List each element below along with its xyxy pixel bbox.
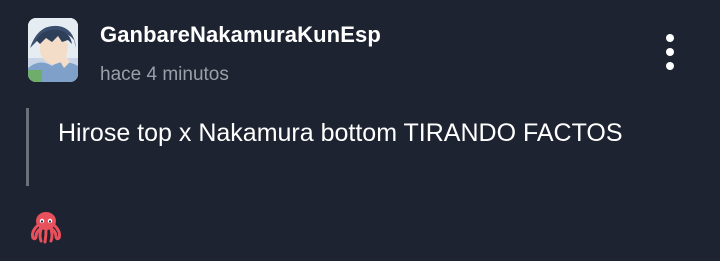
menu-dot (666, 62, 674, 70)
menu-dot (666, 34, 674, 42)
avatar-image (28, 18, 78, 82)
octopus-icon (31, 212, 61, 244)
comment-text: Hirose top x Nakamura bottom TIRANDO FAC… (58, 119, 623, 147)
octopus-reaction-icon[interactable] (28, 210, 64, 244)
comment-timestamp: hace 4 minutos (100, 64, 229, 85)
comment-username[interactable]: GanbareNakamuraKunEsp (100, 22, 381, 48)
quote-bar (26, 108, 29, 186)
comment-body: Hirose top x Nakamura bottom TIRANDO FAC… (26, 108, 646, 186)
more-options-icon[interactable] (656, 30, 684, 74)
menu-dot (666, 48, 674, 56)
user-avatar[interactable] (28, 18, 78, 82)
comment-card: GanbareNakamuraKunEsp hace 4 minutos Hir… (0, 0, 720, 261)
